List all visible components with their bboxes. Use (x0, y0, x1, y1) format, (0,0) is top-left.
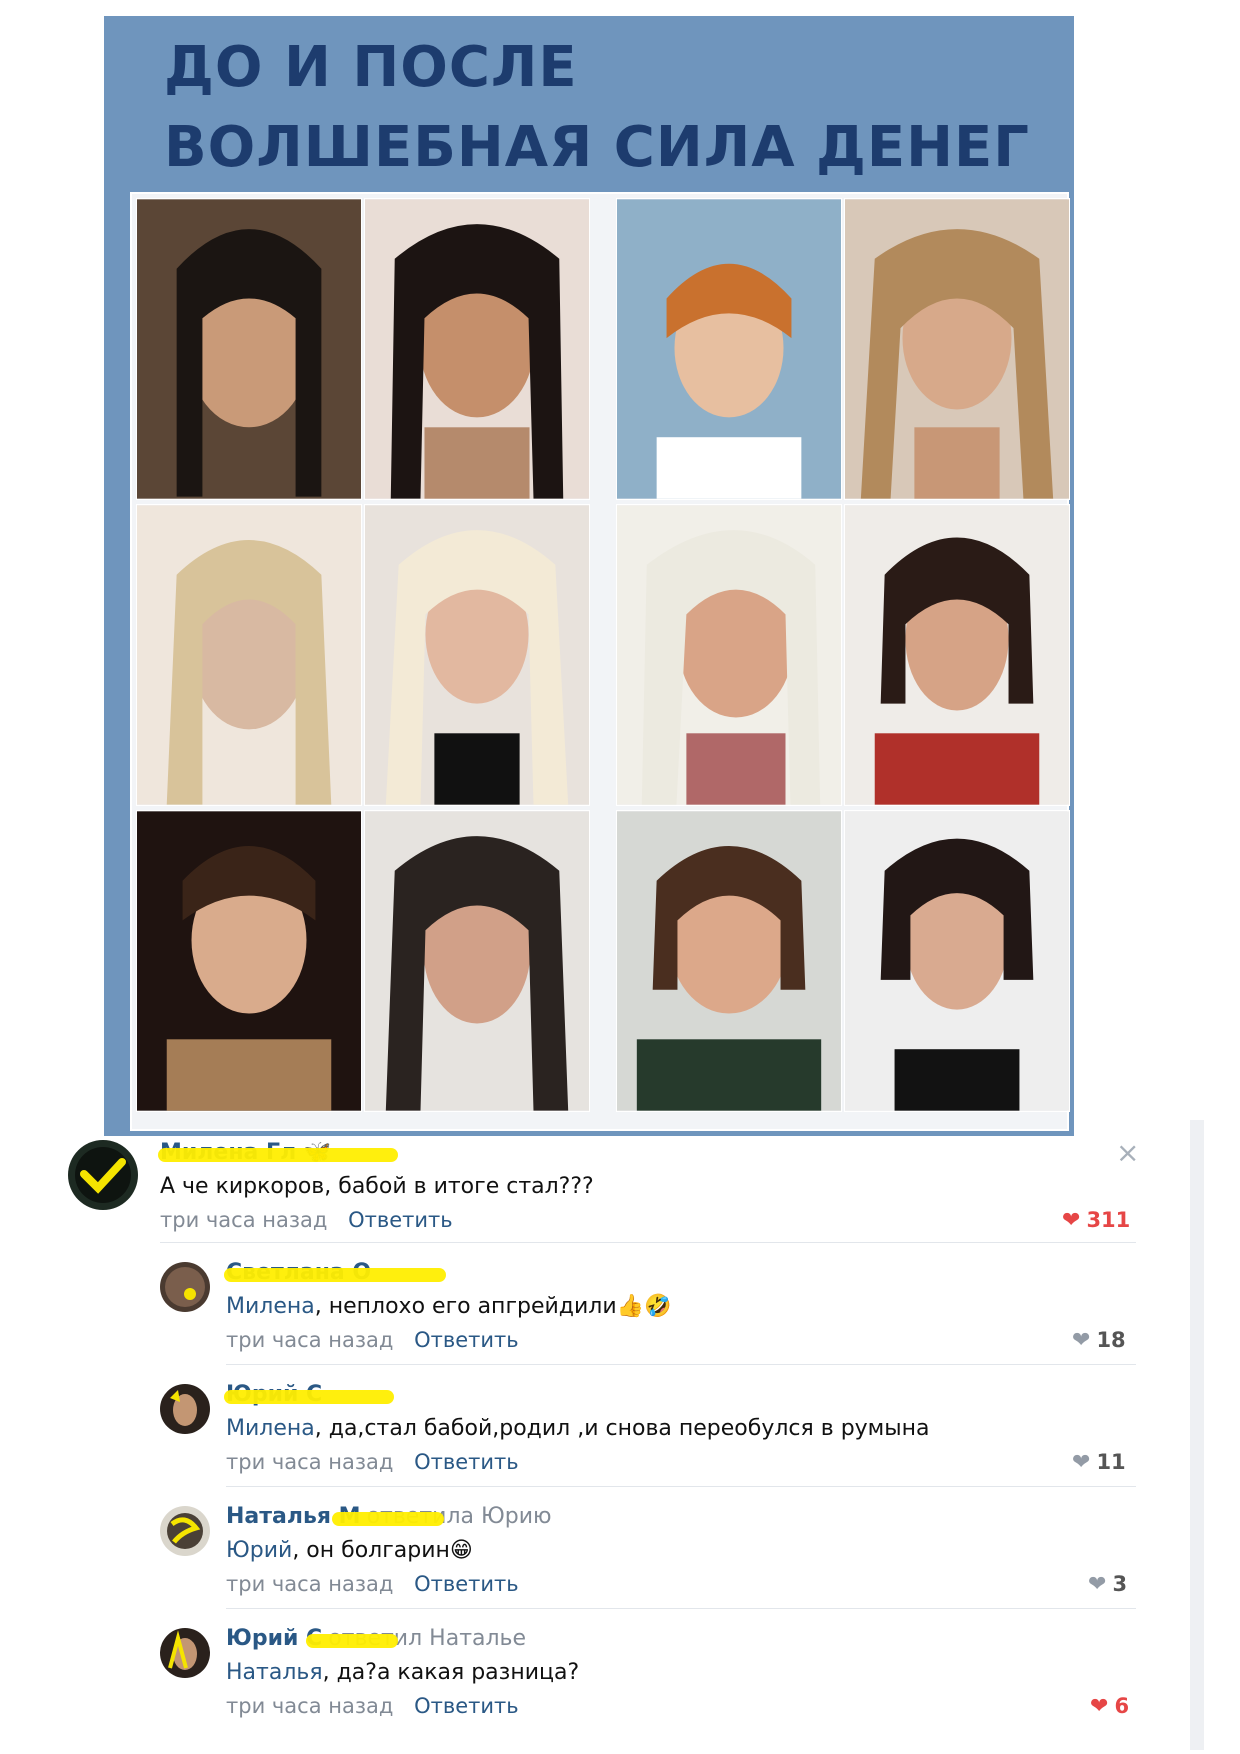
avatar[interactable] (160, 1262, 210, 1312)
comment-text: Милена, да,стал бабой,родил ,и снова пер… (226, 1416, 930, 1441)
title-line-1: ДО И ПОСЛЕ (164, 35, 578, 100)
photo-before-4 (616, 504, 842, 806)
post-image-title: ДО И ПОСЛЕ ВОЛШЕБНАЯ СИЛА ДЕНЕГ (164, 28, 1030, 188)
like-button[interactable]: ❤ 6 (1090, 1694, 1129, 1719)
like-button[interactable]: ❤ 11 (1072, 1450, 1126, 1475)
photo-before-2 (616, 198, 842, 500)
comment-text: Юрий, он болгарин😁 (226, 1538, 473, 1563)
comment-meta: три часа назад Ответить (226, 1450, 519, 1474)
close-icon[interactable]: × (1116, 1136, 1139, 1169)
comment-text: А че киркоров, бабой в итоге стал??? (160, 1174, 594, 1199)
name-redaction-scribble (332, 1512, 444, 1526)
heart-icon: ❤ (1062, 1208, 1081, 1233)
comment-text: Наталья, да?а какая разница? (226, 1660, 580, 1685)
name-redaction-scribble (224, 1390, 394, 1404)
reply-link[interactable]: Ответить (414, 1450, 519, 1474)
scrollbar[interactable] (1190, 1120, 1204, 1750)
heart-icon: ❤ (1072, 1328, 1091, 1353)
photo-after-5 (364, 810, 590, 1112)
divider (226, 1608, 1136, 1609)
grinning-face-emoji: 😁 (449, 1538, 473, 1563)
photo-after-2 (844, 198, 1070, 500)
photo-before-1 (136, 198, 362, 500)
name-redaction-scribble (224, 1268, 446, 1282)
photo-after-4 (844, 504, 1070, 806)
title-line-2: ВОЛШЕБНАЯ СИЛА ДЕНЕГ (164, 115, 1030, 180)
photo-after-1 (364, 198, 590, 500)
like-button[interactable]: ❤ 3 (1088, 1572, 1127, 1597)
photo-grid (130, 192, 1070, 1131)
comment-time: три часа назад (226, 1572, 394, 1596)
comment-meta: три часа назад Ответить (226, 1572, 519, 1596)
comment-time: три часа назад (226, 1328, 394, 1352)
comment-time: три часа назад (226, 1694, 394, 1718)
reply-link[interactable]: Ответить (414, 1572, 519, 1596)
divider (226, 1486, 1136, 1487)
photo-before-6 (616, 810, 842, 1112)
avatar[interactable] (68, 1140, 138, 1210)
avatar[interactable] (160, 1384, 210, 1434)
reply-link[interactable]: Ответить (348, 1208, 453, 1232)
reply-link[interactable]: Ответить (414, 1694, 519, 1718)
photo-after-6 (844, 810, 1070, 1112)
mention-link[interactable]: Юрий (226, 1538, 292, 1563)
photo-after-3 (364, 504, 590, 806)
like-button[interactable]: ❤ 311 (1062, 1208, 1130, 1233)
photo-before-5 (136, 810, 362, 1112)
comment-time: три часа назад (226, 1450, 394, 1474)
mention-link[interactable]: Милена (226, 1294, 315, 1319)
thumbs-up-laughing-emoji: 👍🤣 (616, 1294, 672, 1319)
mention-link[interactable]: Милена (226, 1416, 315, 1441)
comment-meta: три часа назад Ответить (160, 1208, 453, 1232)
divider (226, 1364, 1136, 1365)
like-button[interactable]: ❤ 18 (1072, 1328, 1126, 1353)
heart-icon: ❤ (1072, 1450, 1091, 1475)
avatar[interactable] (160, 1628, 210, 1678)
post-image[interactable]: ДО И ПОСЛЕ ВОЛШЕБНАЯ СИЛА ДЕНЕГ (104, 16, 1074, 1136)
name-redaction-scribble (306, 1634, 398, 1648)
comment-text: Милена, неплохо его апгрейдили👍🤣 (226, 1294, 672, 1319)
divider (160, 1242, 1136, 1243)
heart-icon: ❤ (1090, 1694, 1109, 1719)
avatar[interactable] (160, 1506, 210, 1556)
comment-meta: три часа назад Ответить (226, 1694, 519, 1718)
reply-link[interactable]: Ответить (414, 1328, 519, 1352)
comment-time: три часа назад (160, 1208, 328, 1232)
name-redaction-scribble (158, 1148, 398, 1162)
heart-icon: ❤ (1088, 1572, 1107, 1597)
comment-meta: три часа назад Ответить (226, 1328, 519, 1352)
photo-before-3 (136, 504, 362, 806)
mention-link[interactable]: Наталья (226, 1660, 323, 1685)
